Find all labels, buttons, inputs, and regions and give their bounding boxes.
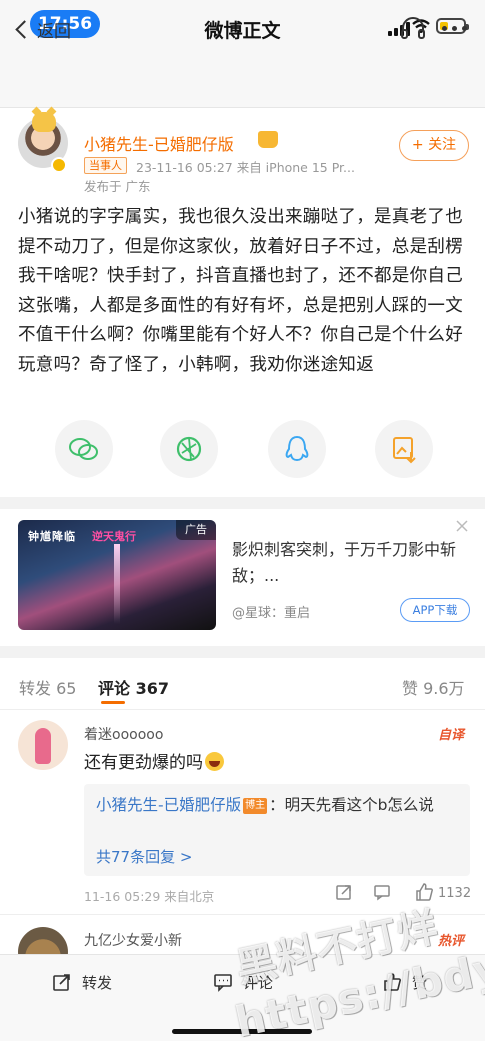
crown-icon [258, 131, 278, 148]
reply-text-content: ：明天先看这个b怎么说 [269, 796, 434, 814]
more-icon[interactable] [440, 26, 470, 32]
post-meta: 23-11-16 05:27 来自 iPhone 15 Pr... [136, 160, 355, 175]
post-text: 小猪说的字字属实，我也很久没出来蹦哒了，是真老了也提不动刀了，但是你这家伙，放着… [18, 207, 463, 375]
pig-icon [32, 112, 56, 132]
moments-icon [176, 436, 202, 462]
repost-button[interactable]: 转发 [52, 970, 112, 994]
ad-headline[interactable]: 影炽刺客突刺，于万千刀影中斩敌；... [232, 537, 470, 589]
like-count: 1132 [438, 886, 472, 901]
comment-author[interactable]: 着迷oooooo [84, 724, 163, 744]
share-moments-button[interactable] [160, 420, 218, 478]
active-tab-indicator [101, 701, 125, 704]
section-divider [0, 646, 485, 658]
comment-text-content: 还有更劲爆的吗 [84, 753, 203, 773]
divider [0, 709, 485, 710]
nav-bar [0, 52, 485, 108]
comment-icon[interactable] [373, 883, 391, 901]
ad-image-slogan: 逆天鬼行 [92, 530, 136, 543]
ad-source: @星球：重启 [232, 606, 311, 621]
reply-text: 小猪先生-已婚肥仔版 博主 ：明天先看这个b怎么说 [96, 792, 456, 818]
blogger-tag: 博主 [243, 798, 268, 814]
repost-icon[interactable] [335, 883, 353, 901]
share-wechat-button[interactable] [55, 420, 113, 478]
ad-image-logo: 钟馗降临 [28, 530, 76, 543]
comment-icon [214, 974, 232, 992]
share-qq-button[interactable] [268, 420, 326, 478]
close-icon[interactable] [454, 518, 470, 534]
tab-repost[interactable]: 转发 65 [19, 675, 76, 699]
repost-icon [53, 974, 70, 991]
repost-label: 转发 [82, 973, 113, 992]
post-location: 发布于 广东 [84, 179, 151, 194]
headphone-icon[interactable] [400, 16, 426, 40]
section-divider [0, 497, 485, 509]
follow-button[interactable]: + 关注 [399, 130, 469, 161]
comment-badge: 自译 [438, 728, 465, 743]
author-name[interactable]: 小猪先生-已婚肥仔版 [84, 131, 234, 155]
reply-author[interactable]: 小猪先生-已婚肥仔版 [96, 796, 241, 814]
comment-author[interactable]: 九亿少女爱小新 [84, 930, 182, 950]
qq-icon [285, 435, 309, 462]
verified-badge-icon [51, 157, 67, 173]
app-download-button[interactable]: APP下载 [400, 598, 470, 622]
share-save-image-button[interactable] [375, 420, 433, 478]
laugh-emoji-icon [205, 752, 224, 771]
view-replies-link[interactable]: 共77条回复 > [96, 846, 192, 867]
ad-label: 广告 [176, 520, 216, 540]
comment-avatar[interactable] [18, 720, 68, 770]
tab-comment[interactable]: 评论 367 [98, 675, 169, 699]
save-image-icon [393, 437, 416, 464]
comment-meta: 11-16 05:29 来自北京 [84, 889, 215, 904]
comment-text: 还有更劲爆的吗 [84, 748, 224, 773]
wechat-icon [69, 438, 98, 460]
role-tag: 当事人 [84, 157, 127, 174]
tab-like[interactable]: 赞 9.6万 [402, 675, 465, 699]
